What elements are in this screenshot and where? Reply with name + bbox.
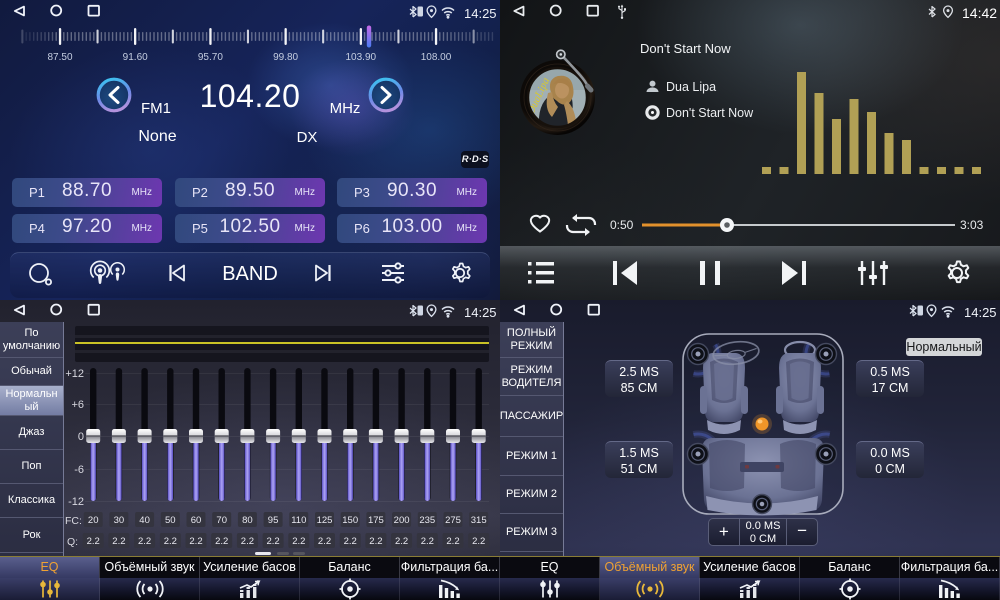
svg-text:125: 125: [317, 515, 333, 526]
svg-text:315: 315: [471, 515, 487, 526]
svg-text:BAND: BAND: [222, 263, 278, 285]
svg-text:80: 80: [242, 515, 253, 526]
svg-text:40: 40: [139, 515, 150, 526]
svg-text:2.2: 2.2: [318, 536, 331, 547]
svg-text:87.50: 87.50: [47, 52, 72, 63]
svg-text:2.2: 2.2: [189, 536, 202, 547]
svg-text:2.2: 2.2: [112, 536, 125, 547]
svg-text:Q:: Q:: [67, 536, 78, 548]
svg-text:2.2: 2.2: [241, 536, 254, 547]
svg-text:+6: +6: [71, 399, 84, 411]
svg-text:95: 95: [268, 515, 279, 526]
svg-text:2.2: 2.2: [395, 536, 408, 547]
svg-text:0:50: 0:50: [610, 218, 634, 232]
svg-text:3:03: 3:03: [960, 218, 984, 232]
svg-text:91.60: 91.60: [123, 52, 148, 63]
svg-text:108.00: 108.00: [421, 52, 452, 63]
svg-text:99.80: 99.80: [273, 52, 298, 63]
svg-text:95.70: 95.70: [198, 52, 223, 63]
svg-text:60: 60: [191, 515, 202, 526]
svg-text:2.2: 2.2: [266, 536, 279, 547]
svg-text:2.2: 2.2: [369, 536, 382, 547]
svg-text:2.2: 2.2: [215, 536, 228, 547]
svg-text:103.90: 103.90: [346, 52, 377, 63]
svg-text:2.2: 2.2: [138, 536, 151, 547]
svg-text:2.2: 2.2: [344, 536, 357, 547]
svg-text:20: 20: [88, 515, 99, 526]
svg-text:30: 30: [114, 515, 125, 526]
svg-text:235: 235: [419, 515, 435, 526]
svg-text:175: 175: [368, 515, 384, 526]
svg-text:2.2: 2.2: [87, 536, 100, 547]
svg-text:-6: -6: [74, 464, 84, 476]
svg-text:2.2: 2.2: [292, 536, 305, 547]
svg-text:70: 70: [216, 515, 227, 526]
svg-text:+12: +12: [65, 368, 84, 380]
svg-text:110: 110: [291, 515, 306, 526]
svg-text:-12: -12: [68, 496, 84, 508]
svg-text:275: 275: [445, 515, 461, 526]
svg-text:FC:: FC:: [65, 515, 82, 527]
svg-text:50: 50: [165, 515, 176, 526]
svg-text:0: 0: [78, 431, 84, 443]
svg-text:2.2: 2.2: [421, 536, 434, 547]
svg-text:2.2: 2.2: [446, 536, 459, 547]
svg-text:2.2: 2.2: [164, 536, 177, 547]
svg-text:150: 150: [342, 515, 358, 526]
svg-text:2.2: 2.2: [472, 536, 485, 547]
svg-text:200: 200: [394, 515, 410, 526]
